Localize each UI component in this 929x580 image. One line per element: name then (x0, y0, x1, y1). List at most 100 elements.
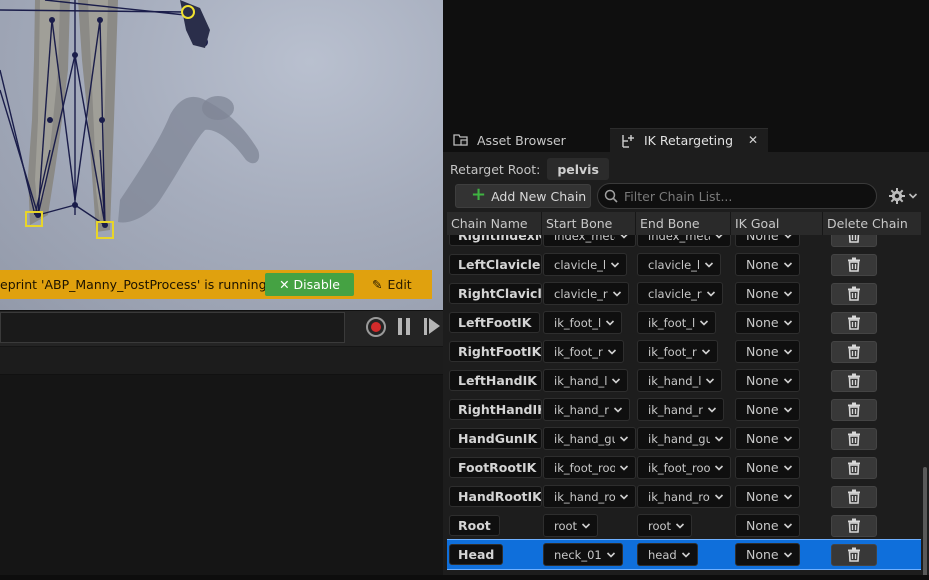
ik-goal-combo[interactable]: None (735, 427, 800, 450)
chain-name-field[interactable]: HandRootIK (449, 486, 542, 507)
scrollbar[interactable] (923, 467, 927, 577)
chevron-down-icon (613, 406, 623, 413)
ik-goal-value: None (746, 373, 779, 388)
chain-name-field[interactable]: LeftClavicle (449, 254, 542, 275)
start-bone-combo[interactable]: index_metacarpal_r (543, 235, 636, 247)
ik-goal-combo[interactable]: None (735, 340, 800, 363)
chain-name-field[interactable]: RightIndexMetacarpal (449, 235, 542, 246)
chain-row[interactable]: Root root root None (447, 511, 921, 540)
delete-chain-button[interactable] (831, 235, 877, 247)
end-bone-combo[interactable]: ik_hand_l (637, 369, 723, 392)
end-bone-combo[interactable]: clavicle_r (637, 282, 723, 305)
chain-name-text: FootRootIK (458, 460, 537, 475)
chain-row[interactable]: FootRootIK ik_foot_root ik_foot_root Non… (447, 453, 921, 482)
delete-chain-button[interactable] (831, 514, 877, 537)
end-bone-combo[interactable]: clavicle_l (637, 253, 722, 276)
end-bone-combo[interactable]: index_metacarpal_r (637, 235, 731, 247)
end-bone-combo[interactable]: ik_hand_gun (637, 427, 731, 450)
timeline-field[interactable] (0, 312, 345, 343)
start-bone-combo[interactable]: ik_hand_l (543, 369, 629, 392)
ik-goal-combo[interactable]: None (735, 456, 800, 479)
ik-goal-combo[interactable]: None (735, 235, 800, 247)
ik-goal-combo[interactable]: None (735, 485, 800, 508)
ik-goal-combo[interactable]: None (735, 514, 800, 537)
chain-name-field[interactable]: FootRootIK (449, 457, 542, 478)
header-ik-goal[interactable]: IK Goal (731, 212, 823, 235)
end-bone-combo[interactable]: ik_hand_root (637, 485, 731, 508)
header-delete-chain[interactable]: Delete Chain (823, 212, 921, 235)
disable-button[interactable]: ✕ Disable (265, 273, 354, 296)
start-bone-combo[interactable]: root (543, 514, 599, 537)
end-bone-combo[interactable]: ik_foot_l (637, 311, 717, 334)
header-start-bone[interactable]: Start Bone (542, 212, 636, 235)
chain-name-field[interactable]: HandGunIK (449, 428, 542, 449)
end-bone-combo[interactable]: head (637, 543, 698, 566)
chain-name-field[interactable]: RightClavicle (449, 283, 542, 304)
chain-row[interactable]: RightClavicle clavicle_r clavicle_r None (447, 279, 921, 308)
delete-chain-button[interactable] (831, 427, 877, 450)
ik-goal-combo[interactable]: None (735, 311, 800, 334)
delete-chain-button[interactable] (831, 456, 877, 479)
chain-row[interactable]: HandRootIK ik_hand_root ik_hand_root Non… (447, 482, 921, 511)
chain-name-field[interactable]: Head (449, 544, 504, 565)
tab-asset-browser[interactable]: Asset Browser (443, 128, 607, 152)
viewport[interactable] (0, 0, 443, 310)
chain-row[interactable]: RightHandIK ik_hand_r ik_hand_r None (447, 395, 921, 424)
start-bone-combo[interactable]: ik_foot_r (543, 340, 624, 363)
retarget-root-value[interactable]: pelvis (547, 158, 609, 180)
edit-button[interactable]: ✎ Edit (372, 277, 412, 292)
pause-icon[interactable] (398, 318, 410, 335)
ik-goal-combo[interactable]: None (735, 253, 800, 276)
end-bone-combo[interactable]: ik_hand_r (637, 398, 725, 421)
header-chain-name[interactable]: Chain Name (447, 212, 542, 235)
chain-row[interactable]: HandGunIK ik_hand_gun ik_hand_gun None (447, 424, 921, 453)
ik-goal-combo[interactable]: None (735, 398, 800, 421)
start-bone-combo[interactable]: ik_foot_root (543, 456, 636, 479)
step-forward-icon[interactable] (424, 318, 440, 335)
chain-name-field[interactable]: LeftFootIK (449, 312, 541, 333)
chain-name-field[interactable]: RightHandIK (449, 399, 542, 420)
chain-row[interactable]: LeftFootIK ik_foot_l ik_foot_l None (447, 308, 921, 337)
chain-row[interactable]: LeftHandIK ik_hand_l ik_hand_l None (447, 366, 921, 395)
start-bone-combo[interactable]: ik_foot_l (543, 311, 623, 334)
delete-chain-button[interactable] (831, 282, 877, 305)
close-tab-icon[interactable]: ✕ (748, 133, 758, 147)
end-bone-combo[interactable]: ik_foot_root (637, 456, 731, 479)
chain-name-field[interactable]: RightFootIK (449, 341, 542, 362)
delete-chain-button[interactable] (831, 369, 877, 392)
record-icon[interactable] (366, 317, 386, 337)
end-bone-combo[interactable]: root (637, 514, 693, 537)
delete-chain-button[interactable] (831, 340, 877, 363)
delete-chain-button[interactable] (831, 253, 877, 276)
delete-chain-button[interactable] (831, 543, 877, 566)
tab-ik-retargeting[interactable]: IK Retargeting ✕ (610, 128, 768, 152)
add-new-chain-button[interactable]: + Add New Chain (455, 184, 591, 208)
chain-row[interactable]: RightIndexMetacarpal index_metacarpal_r … (447, 235, 921, 250)
ik-goal-combo[interactable]: None (735, 543, 800, 566)
chevron-down-icon (783, 406, 792, 413)
chain-name-field[interactable]: Root (449, 515, 500, 536)
settings-dropdown[interactable] (888, 186, 924, 206)
chain-name-text: RightClavicle (458, 286, 542, 301)
end-bone-combo[interactable]: ik_foot_r (637, 340, 718, 363)
chain-name-text: LeftClavicle (458, 257, 541, 272)
filter-chain-search[interactable] (597, 183, 877, 209)
delete-chain-button[interactable] (831, 311, 877, 334)
chain-name-field[interactable]: LeftHandIK (449, 370, 542, 391)
chain-row[interactable]: LeftClavicle clavicle_l clavicle_l None (447, 250, 921, 279)
filter-chain-input[interactable] (624, 188, 864, 204)
chain-row[interactable]: RightFootIK ik_foot_r ik_foot_r None (447, 337, 921, 366)
start-bone-combo[interactable]: neck_01 (543, 543, 623, 566)
chain-row[interactable]: Head neck_01 head None (447, 539, 921, 570)
start-bone-combo[interactable]: clavicle_l (543, 253, 628, 276)
start-bone-combo[interactable]: clavicle_r (543, 282, 629, 305)
start-bone-combo[interactable]: ik_hand_gun (543, 427, 636, 450)
header-end-bone[interactable]: End Bone (636, 212, 731, 235)
plus-icon: + (471, 184, 487, 205)
ik-goal-combo[interactable]: None (735, 369, 800, 392)
delete-chain-button[interactable] (831, 398, 877, 421)
ik-goal-combo[interactable]: None (735, 282, 800, 305)
start-bone-combo[interactable]: ik_hand_root (543, 485, 636, 508)
start-bone-combo[interactable]: ik_hand_r (543, 398, 631, 421)
delete-chain-button[interactable] (831, 485, 877, 508)
